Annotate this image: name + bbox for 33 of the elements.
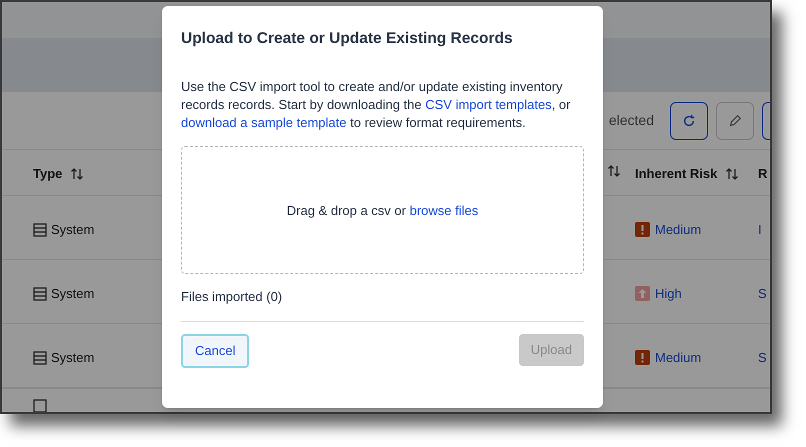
type-cell-text: System <box>51 349 94 367</box>
toolbar-button[interactable] <box>762 102 770 140</box>
cancel-button[interactable]: Cancel <box>181 334 250 368</box>
risk-link[interactable]: Medium <box>655 220 702 240</box>
column-header[interactable]: Type <box>33 164 62 184</box>
exclamation-icon <box>635 350 650 366</box>
type-cell-text: System <box>51 285 94 303</box>
table-cell-text: S <box>758 285 767 303</box>
arrow-up-icon <box>635 286 650 302</box>
selection-count: elected <box>608 111 654 130</box>
column-header[interactable]: R <box>758 164 768 184</box>
drop-zone[interactable]: Drag & drop a csv or browse files <box>181 146 584 274</box>
risk-link[interactable]: Medium <box>655 348 702 368</box>
sort-icon[interactable] <box>70 166 84 181</box>
files-imported-label: Files imported (0) <box>181 288 284 306</box>
risk-link[interactable]: High <box>655 284 682 304</box>
sort-icon[interactable] <box>607 164 621 178</box>
column-header[interactable]: Inherent Risk <box>635 164 718 184</box>
link[interactable]: download a sample template <box>181 115 346 130</box>
refresh-icon <box>682 114 696 128</box>
table-cell-text: I <box>758 221 762 239</box>
sort-icon[interactable] <box>725 166 740 181</box>
dialog-title: Upload to Create or Update Existing Records <box>181 29 514 49</box>
pencil-icon <box>728 114 742 128</box>
type-cell-text: System <box>51 221 94 239</box>
edit-button[interactable] <box>716 102 754 140</box>
table-cell-text: S <box>758 349 767 367</box>
refresh-button[interactable] <box>670 102 708 140</box>
exclamation-icon <box>635 222 650 238</box>
drop-instructions: Drag & drop a csv or browse files <box>286 202 478 220</box>
link[interactable]: CSV import templates <box>425 97 552 112</box>
dialog-description: Use the CSV import tool to create and/or update existing inventory records records. Start by downloading the CSV import templates, or download a sample template to review format requirements. <box>181 78 572 132</box>
browse-files-link[interactable]: browse files <box>410 202 478 218</box>
